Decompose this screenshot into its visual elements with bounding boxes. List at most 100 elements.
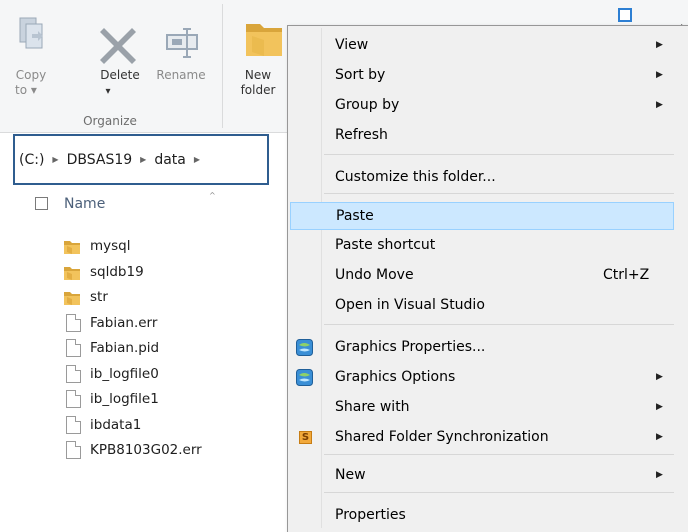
sync-icon: S: [299, 431, 312, 444]
breadcrumb-chevron-icon[interactable]: ▶: [194, 155, 200, 164]
file-icon: [66, 441, 81, 459]
list-item-label: ibdata1: [90, 417, 142, 433]
copy-to-label-1: Copy: [15, 68, 47, 82]
menu-item-label: Graphics Options: [335, 369, 456, 385]
menu-item-shared-folder-synchronization[interactable]: S Shared Folder Synchronization ▶: [290, 424, 675, 452]
menu-item-open-in-visual-studio[interactable]: Open in Visual Studio: [290, 292, 675, 320]
delete-x-icon: [100, 28, 136, 64]
graphics-icon: [296, 369, 313, 386]
address-bar[interactable]: (C:) ▶ DBSAS19 ▶ data ▶: [13, 134, 269, 185]
menu-item-properties[interactable]: Properties: [290, 502, 675, 530]
menu-item-view[interactable]: View ▶: [290, 32, 675, 60]
file-icon: [66, 314, 81, 332]
list-item[interactable]: Fabian.pid: [63, 338, 283, 360]
submenu-arrow-icon: ▶: [656, 372, 663, 382]
menu-item-label: Refresh: [335, 127, 388, 143]
sort-indicator-icon: ^: [209, 191, 216, 200]
breadcrumb-drive[interactable]: (C:): [19, 152, 44, 168]
menu-separator: [324, 324, 674, 325]
delete-label: Delete: [100, 68, 140, 82]
folder-icon: [64, 292, 80, 305]
menu-item-paste[interactable]: Paste: [290, 202, 674, 230]
breadcrumb-data[interactable]: data: [154, 152, 186, 168]
menu-separator: [324, 492, 674, 493]
menu-item-graphics-properties[interactable]: Graphics Properties...: [290, 334, 675, 362]
menu-item-label: Group by: [335, 97, 400, 113]
list-item-label: KPB8103G02.err: [90, 442, 202, 458]
folder-icon: [64, 241, 80, 254]
copy-to-icon: [19, 17, 43, 49]
new-folder-button[interactable]: New folder: [230, 8, 286, 108]
list-item[interactable]: ibdata1: [63, 415, 283, 437]
menu-item-label: Paste shortcut: [335, 237, 436, 253]
submenu-arrow-icon: ▶: [656, 470, 663, 480]
menu-item-label: Open in Visual Studio: [335, 297, 485, 313]
menu-item-label: Properties: [335, 507, 406, 523]
submenu-arrow-icon: ▶: [656, 402, 663, 412]
menu-item-label: Graphics Properties...: [335, 339, 486, 355]
select-all-checkbox[interactable]: [35, 197, 48, 210]
submenu-arrow-icon: ▶: [656, 40, 663, 50]
graphics-icon: [296, 339, 313, 356]
menu-item-group-by[interactable]: Group by ▶: [290, 92, 675, 120]
delete-dropdown-icon[interactable]: ▾: [92, 84, 124, 99]
menu-separator: [324, 193, 674, 194]
menu-separator: [324, 154, 674, 155]
menu-item-label: Customize this folder...: [335, 169, 496, 185]
rename-button[interactable]: Rename: [150, 8, 212, 108]
breadcrumb-dbsas19[interactable]: DBSAS19: [67, 152, 133, 168]
new-folder-label-2: folder: [240, 83, 276, 97]
submenu-arrow-icon: ▶: [656, 70, 663, 80]
menu-item-customize-this-folder[interactable]: Customize this folder...: [290, 164, 675, 192]
menu-item-sort-by[interactable]: Sort by ▶: [290, 62, 675, 90]
menu-separator: [324, 454, 674, 455]
organize-group-label: Organize: [83, 114, 137, 128]
menu-item-share-with[interactable]: Share with ▶: [290, 394, 675, 422]
menu-item-label: View: [335, 37, 369, 53]
list-item[interactable]: KPB8103G02.err: [63, 440, 283, 462]
copy-to-label-2: to ▾: [15, 83, 37, 97]
list-item-label: ib_logfile1: [90, 391, 159, 407]
menu-item-label: Sort by: [335, 67, 386, 83]
copy-to-button[interactable]: Copy to ▾: [6, 8, 56, 108]
list-item[interactable]: mysql: [63, 236, 283, 258]
select-all-icon: [618, 8, 632, 22]
menu-item-shortcut: Ctrl+Z: [603, 267, 650, 283]
list-item[interactable]: str: [63, 287, 283, 309]
menu-item-label: New: [335, 467, 366, 483]
list-item-label: Fabian.err: [90, 315, 158, 331]
list-item[interactable]: sqldb19: [63, 262, 283, 284]
menu-item-undo-move[interactable]: Undo Move Ctrl+Z: [290, 262, 675, 290]
breadcrumb: (C:) ▶ DBSAS19 ▶ data ▶: [19, 152, 208, 168]
folder-icon: [64, 267, 80, 280]
file-icon: [66, 365, 81, 383]
list-item-label: Fabian.pid: [90, 340, 160, 356]
menu-item-graphics-options[interactable]: Graphics Options ▶: [290, 364, 675, 392]
list-item[interactable]: Fabian.err: [63, 313, 283, 335]
column-header-name[interactable]: Name: [64, 196, 105, 212]
breadcrumb-chevron-icon[interactable]: ▶: [140, 155, 146, 164]
menu-item-refresh[interactable]: Refresh: [290, 122, 675, 150]
new-folder-label-1: New: [244, 68, 272, 82]
submenu-arrow-icon: ▶: [656, 100, 663, 110]
file-icon: [66, 416, 81, 434]
list-item-label: mysql: [90, 238, 131, 254]
rename-icon: [166, 28, 198, 58]
rename-label: Rename: [156, 68, 206, 82]
list-item[interactable]: ib_logfile0: [63, 364, 283, 386]
menu-item-label: Share with: [335, 399, 410, 415]
delete-button[interactable]: Delete ▾: [92, 8, 148, 108]
context-menu: View ▶ Sort by ▶ Group by ▶ Refresh Customize t…: [287, 25, 688, 532]
file-icon: [66, 390, 81, 408]
menu-item-paste-shortcut[interactable]: Paste shortcut: [290, 232, 675, 260]
submenu-arrow-icon: ▶: [656, 432, 663, 442]
list-item[interactable]: ib_logfile1: [63, 389, 283, 411]
breadcrumb-chevron-icon[interactable]: ▶: [52, 155, 58, 164]
menu-item-label: Paste: [336, 208, 374, 224]
list-item-label: ib_logfile0: [90, 366, 159, 382]
list-item-label: sqldb19: [90, 264, 144, 280]
new-folder-icon: [246, 24, 282, 56]
file-icon: [66, 339, 81, 357]
menu-item-new[interactable]: New ▶: [290, 462, 675, 490]
menu-item-label: Undo Move: [335, 267, 414, 283]
